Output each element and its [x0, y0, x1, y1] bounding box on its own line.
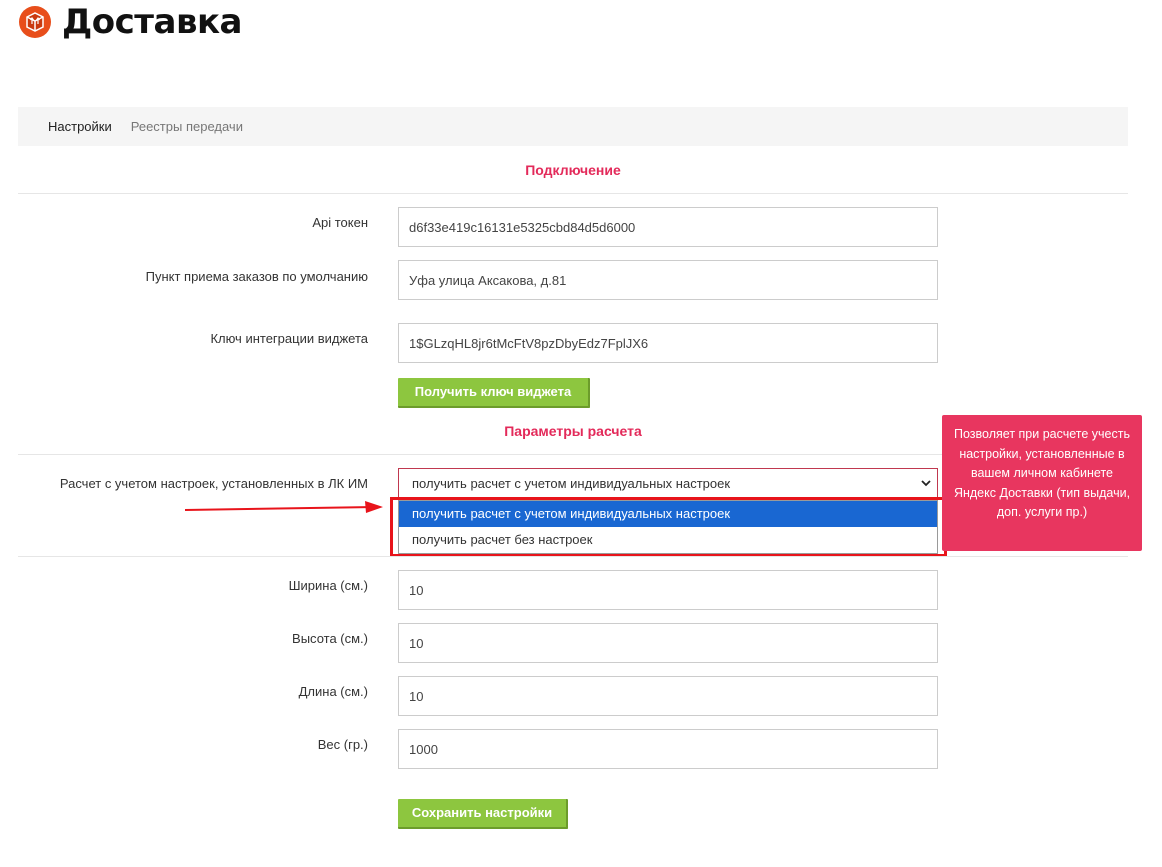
tab-bar: Настройки Реестры передачи: [18, 107, 1128, 146]
app-header: Доставка: [18, 2, 242, 42]
annotation-arrow-icon: [185, 501, 383, 513]
width-input[interactable]: [398, 570, 938, 610]
weight-label: Вес (гр.): [317, 737, 368, 752]
widget-key-input[interactable]: [398, 323, 938, 363]
height-input[interactable]: [398, 623, 938, 663]
page-title: Доставка: [62, 2, 242, 42]
height-label: Высота (см.): [292, 631, 368, 646]
pickup-point-input[interactable]: [398, 260, 938, 300]
pickup-point-label: Пункт приема заказов по умолчанию: [145, 269, 368, 284]
api-token-input[interactable]: [398, 207, 938, 247]
divider: [18, 556, 1128, 557]
width-label: Ширина (см.): [288, 578, 368, 593]
calc-mode-label: Расчет с учетом настроек, установленных …: [59, 476, 368, 491]
divider: [18, 193, 1128, 194]
weight-input[interactable]: [398, 729, 938, 769]
tab-settings[interactable]: Настройки: [48, 119, 112, 134]
length-input[interactable]: [398, 676, 938, 716]
api-token-label: Api токен: [312, 215, 368, 230]
section-title-connection: Подключение: [525, 162, 621, 178]
calc-mode-selected-value: получить расчет с учетом индивидуальных …: [412, 476, 731, 491]
calc-mode-select[interactable]: получить расчет с учетом индивидуальных …: [398, 468, 938, 500]
get-widget-key-button[interactable]: Получить ключ виджета: [398, 378, 590, 408]
length-label: Длина (см.): [298, 684, 368, 699]
annotation-highlight-box: [390, 497, 947, 557]
widget-key-label: Ключ интеграции виджета: [210, 331, 368, 346]
save-settings-button[interactable]: Сохранить настройки: [398, 799, 568, 829]
calc-mode-tooltip: Позволяет при расчете учесть настройки, …: [942, 415, 1142, 551]
chevron-down-icon: [921, 480, 931, 487]
box-icon: [18, 5, 52, 39]
tab-transfer-registers[interactable]: Реестры передачи: [131, 119, 243, 134]
